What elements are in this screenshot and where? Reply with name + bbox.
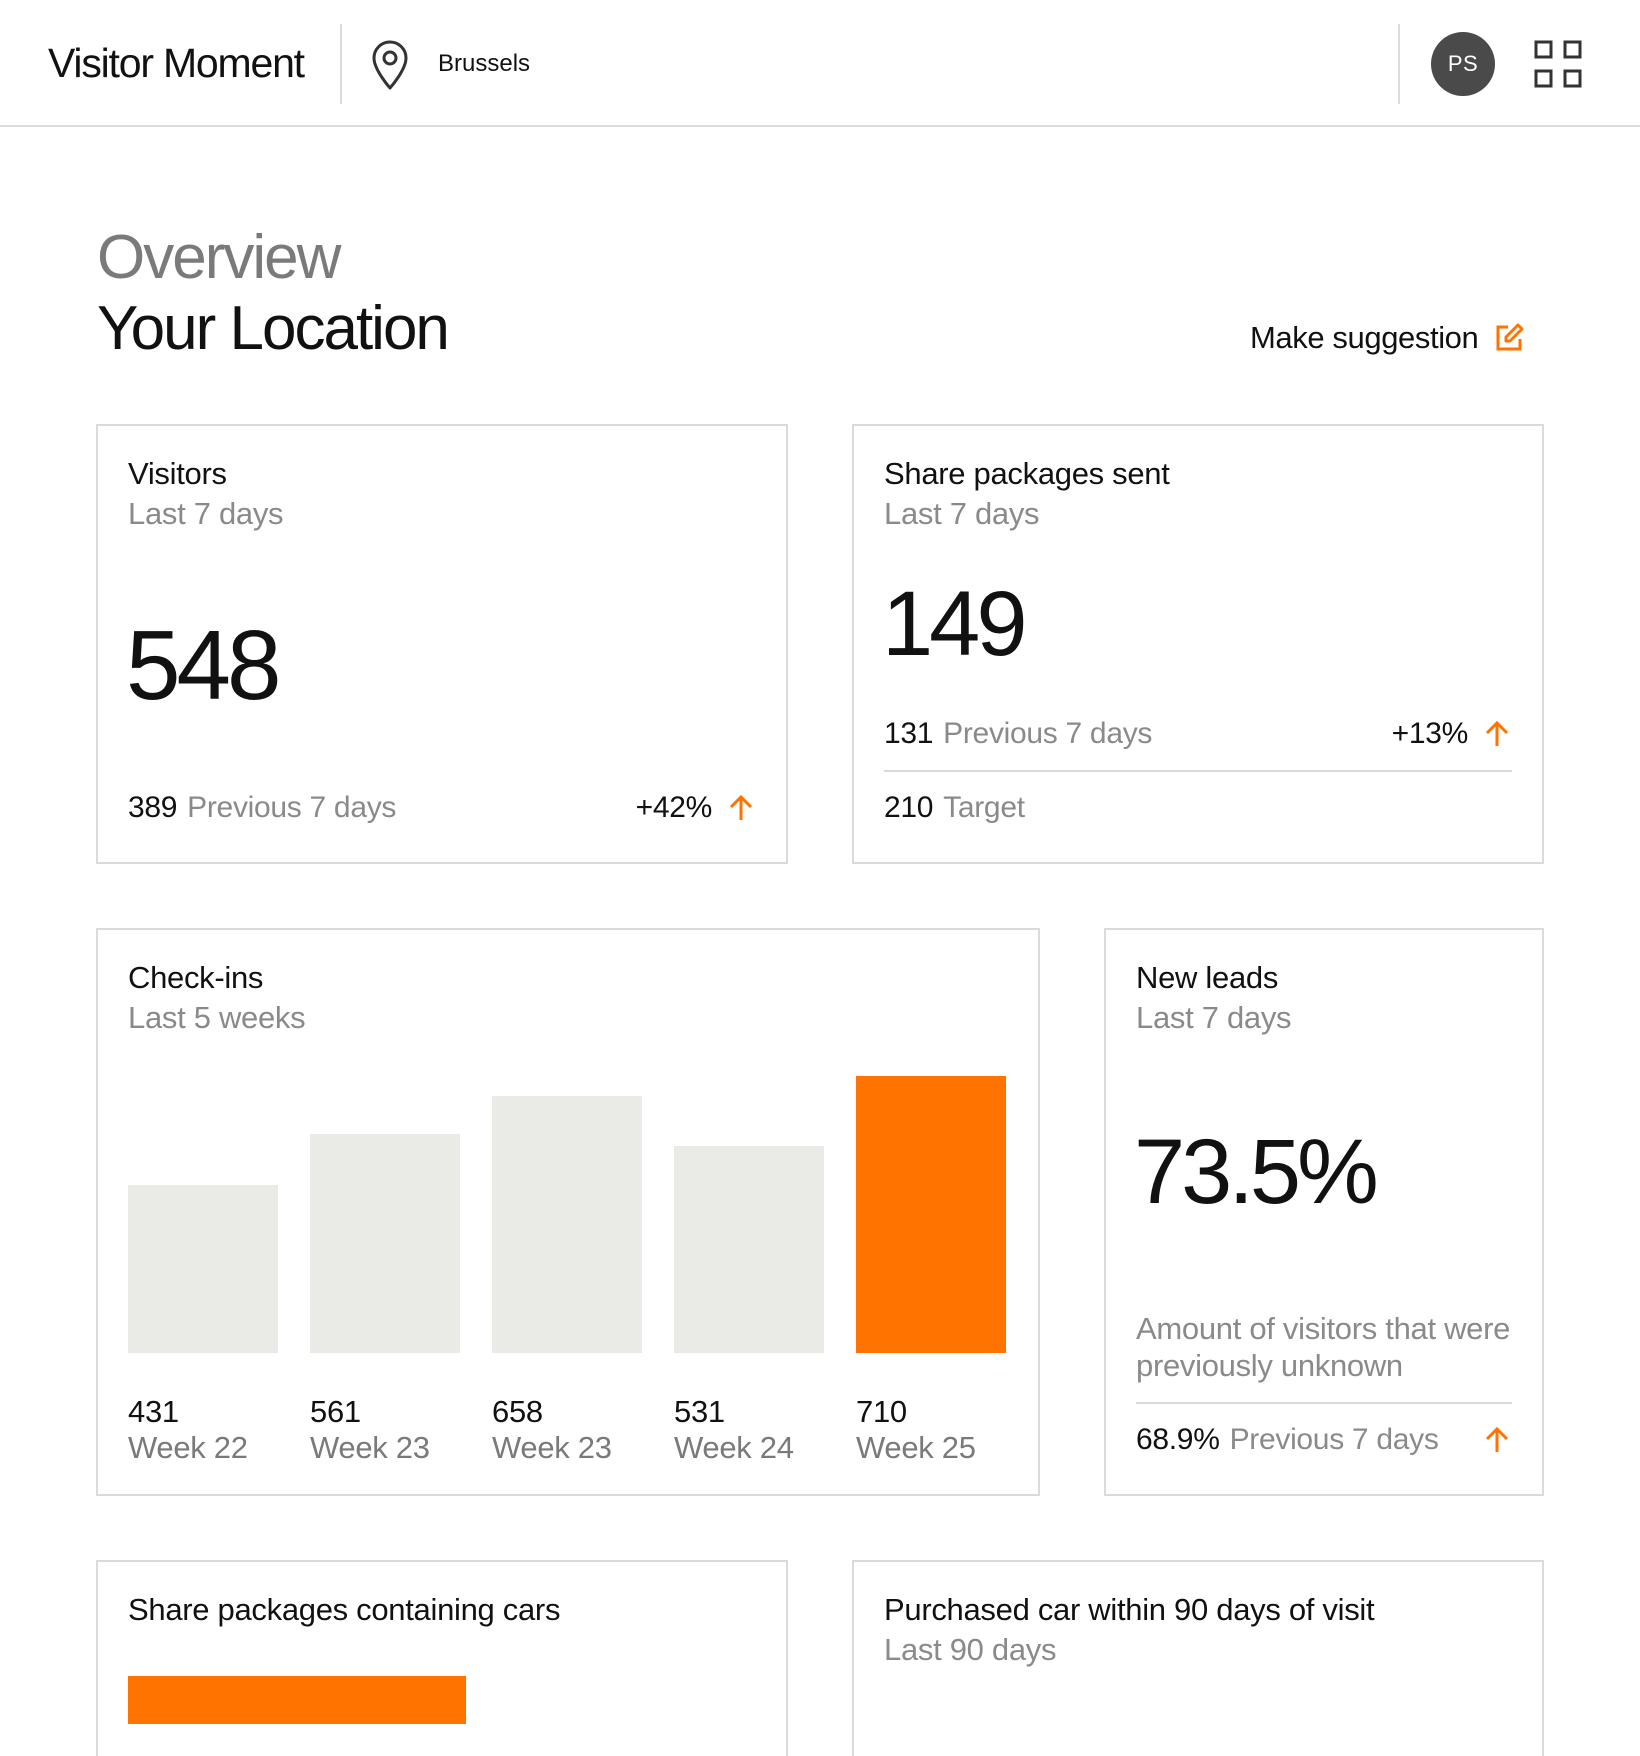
page-overline: Overview xyxy=(97,223,341,292)
location-pin-icon[interactable] xyxy=(368,38,412,92)
bar-value-label: 531 xyxy=(674,1394,725,1429)
new-leads-value: 73.5% xyxy=(1134,1121,1379,1223)
make-suggestion-link[interactable]: Make suggestion xyxy=(1250,318,1524,358)
edit-icon xyxy=(1496,323,1524,351)
make-suggestion-label: Make suggestion xyxy=(1250,320,1479,355)
card-title: New leads xyxy=(1136,960,1279,995)
share-cars-bar xyxy=(128,1676,466,1724)
previous-value: 131 xyxy=(884,717,934,750)
card-title: Visitors xyxy=(128,456,227,491)
share-packages-card: Share packages sent Last 7 days 149 131 … xyxy=(852,424,1544,864)
previous-label: Previous 7 days xyxy=(1229,1423,1439,1456)
chart-bar xyxy=(128,1185,278,1353)
target-row: 210 Target xyxy=(884,788,1512,828)
card-title: Share packages sent xyxy=(884,456,1170,491)
target-label: Target xyxy=(943,791,1025,824)
previous-label: Previous 7 days xyxy=(943,717,1153,750)
bar-value-label: 710 xyxy=(856,1394,907,1429)
new-leads-card: New leads Last 7 days 73.5% Amount of vi… xyxy=(1104,928,1544,1496)
bar-category-label: Week 23 xyxy=(310,1430,430,1465)
change-percent: +42% xyxy=(635,791,713,824)
previous-label: Previous 7 days xyxy=(187,791,397,824)
header-divider xyxy=(1398,24,1400,104)
previous-period-row: 68.9% Previous 7 days xyxy=(1136,1420,1512,1460)
header-divider xyxy=(340,24,342,104)
bar-value-label: 431 xyxy=(128,1394,179,1429)
card-title: Share packages containing cars xyxy=(128,1592,561,1627)
card-period: Last 7 days xyxy=(128,496,284,531)
app-title[interactable]: Visitor Moment xyxy=(48,40,305,87)
chart-bar xyxy=(856,1076,1006,1353)
bar-category-label: Week 25 xyxy=(856,1430,976,1465)
page-title: Your Location xyxy=(97,294,450,363)
previous-period-row: 131 Previous 7 days +13% xyxy=(884,714,1512,754)
checkins-bar-chart xyxy=(128,1076,1010,1353)
card-period: Last 7 days xyxy=(884,496,1040,531)
card-period: Last 5 weeks xyxy=(128,1000,306,1035)
card-period: Last 90 days xyxy=(884,1632,1057,1667)
user-avatar[interactable]: PS xyxy=(1431,32,1495,96)
change-percent: +13% xyxy=(1391,717,1469,750)
chart-bar xyxy=(310,1134,460,1353)
row-divider xyxy=(884,770,1512,772)
card-title: Check-ins xyxy=(128,960,264,995)
location-selector[interactable]: Brussels xyxy=(438,50,530,78)
share-packages-value: 149 xyxy=(882,573,1027,675)
chart-bar xyxy=(492,1096,642,1353)
arrow-up-icon xyxy=(1485,720,1509,746)
previous-value: 68.9% xyxy=(1136,1423,1220,1456)
share-cars-card: Share packages containing cars xyxy=(96,1560,788,1756)
new-leads-description: Amount of visitors that were previously … xyxy=(1136,1311,1511,1383)
row-divider xyxy=(1136,1402,1512,1404)
card-period: Last 7 days xyxy=(1136,1000,1292,1035)
arrow-up-icon xyxy=(1485,1426,1509,1452)
arrow-up-icon xyxy=(729,794,753,820)
bar-value-label: 658 xyxy=(492,1394,543,1429)
card-title: Purchased car within 90 days of visit xyxy=(884,1592,1375,1627)
purchased-card: Purchased car within 90 days of visit La… xyxy=(852,1560,1544,1756)
visitors-card: Visitors Last 7 days 548 389 Previous 7 … xyxy=(96,424,788,864)
previous-period-row: 389 Previous 7 days +42% xyxy=(128,788,756,828)
target-value: 210 xyxy=(884,791,934,824)
checkins-card: Check-ins Last 5 weeks 431 Week 22 561 Week… xyxy=(96,928,1040,1496)
visitors-value: 548 xyxy=(126,610,282,720)
previous-value: 389 xyxy=(128,791,178,824)
bar-category-label: Week 23 xyxy=(492,1430,612,1465)
apps-grid-icon[interactable] xyxy=(1534,40,1582,88)
bar-category-label: Week 24 xyxy=(674,1430,794,1465)
bar-value-label: 561 xyxy=(310,1394,361,1429)
chart-bar xyxy=(674,1146,824,1353)
top-bar: Visitor Moment Brussels PS xyxy=(0,0,1640,127)
bar-category-label: Week 22 xyxy=(128,1430,248,1465)
